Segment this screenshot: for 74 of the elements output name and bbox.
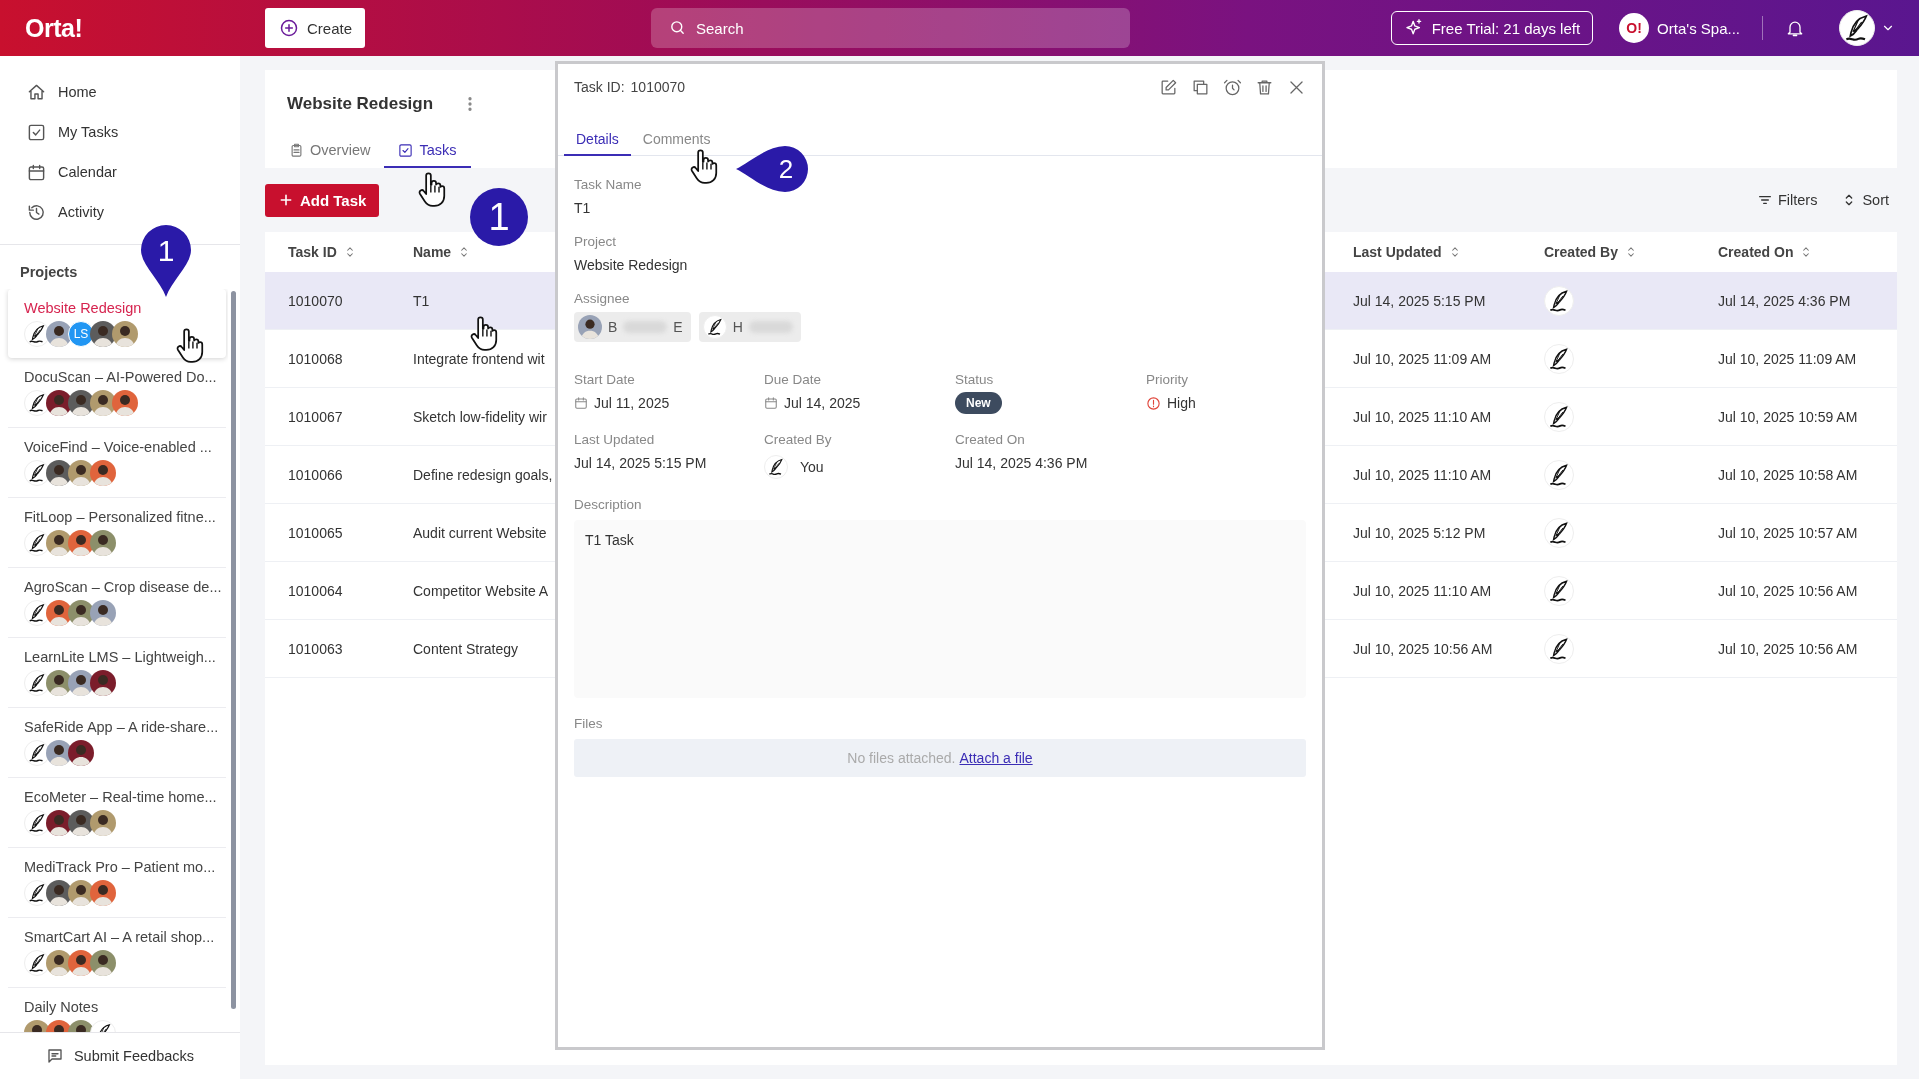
project-name: Website Redesign <box>24 300 142 316</box>
task-id: 1010070 <box>630 79 686 95</box>
table-cell-text: 1010067 <box>288 408 344 425</box>
field-label: Created On <box>955 432 1025 447</box>
field-label: Description <box>574 497 642 512</box>
field-value: Jul 14, 2025 <box>784 395 861 411</box>
project-name: FitLoop – Personalized fitne... <box>24 509 216 525</box>
empty-text: No files attached. <box>847 750 956 766</box>
table-cell: Content Strategy <box>413 640 519 657</box>
step-marker: 2 <box>735 145 811 193</box>
field-label: Priority <box>1146 372 1188 387</box>
field-label: Due Date <box>764 372 822 387</box>
table-cell: Audit current Website <box>413 524 547 541</box>
assignee-chip: B E <box>574 312 691 342</box>
table-cell-text: Jul 10, 2025 11:09 AM <box>1353 350 1493 367</box>
table-cell-text: 1010070 <box>288 292 344 309</box>
status-badge: New <box>955 392 1002 414</box>
table-cell: Integrate frontend wit <box>413 350 545 367</box>
table-cell-text: Jul 10, 2025 11:10 AM <box>1353 466 1493 483</box>
field-label: Created By <box>764 432 832 447</box>
field-label: Files <box>574 716 603 731</box>
assignee-chip: H <box>698 312 801 342</box>
field-label: Project <box>574 234 617 249</box>
project-name: AgroScan – Crop disease de... <box>24 579 222 595</box>
field-value: T1 <box>574 200 592 216</box>
field-value: Jul 14, 2025 4:36 PM <box>955 455 1089 471</box>
table-cell-text: Jul 14, 2025 5:15 PM <box>1353 292 1487 309</box>
table-cell-text: Jul 14, 2025 4:36 PM <box>1718 292 1852 309</box>
field-value: Jul 11, 2025 <box>594 395 670 411</box>
field-value: Website Redesign <box>574 257 689 273</box>
project-name: VoiceFind – Voice-enabled ... <box>24 439 212 455</box>
description-box: T1 Task <box>574 520 1306 698</box>
table-cell-text: Jul 10, 2025 10:56 AM <box>1718 582 1859 599</box>
field-value: Jul 14, 2025 5:15 PM <box>574 455 708 471</box>
table-cell-text: 1010066 <box>288 466 344 483</box>
field-label: Last Updated <box>574 432 655 447</box>
field-label: Assignee <box>574 291 630 306</box>
field-label: Start Date <box>574 372 635 387</box>
table-cell-text: Jul 10, 2025 10:59 AM <box>1718 408 1859 425</box>
task-id-label: Task ID: <box>574 79 625 95</box>
step-marker: 1 <box>140 225 192 298</box>
table-cell: Sketch low-fidelity wir <box>413 408 547 425</box>
table-cell-text: 1010064 <box>288 582 344 599</box>
project-title: Website Redesign <box>287 94 434 114</box>
table-cell-text: 1010063 <box>288 640 344 657</box>
table-cell-text: Jul 10, 2025 10:56 AM <box>1718 640 1859 657</box>
table-cell-text: Jul 10, 2025 11:09 AM <box>1718 350 1858 367</box>
table-cell-text: 1010068 <box>288 350 344 367</box>
initials-avatar: LS <box>68 321 94 347</box>
workspace-logo: O! <box>1619 13 1650 43</box>
project-name: LearnLite LMS – Lightweigh... <box>24 649 216 665</box>
project-name: SmartCart AI – A retail shop... <box>24 929 215 945</box>
table-cell-text: Jul 10, 2025 11:10 AM <box>1353 582 1493 599</box>
table-cell: Competitor Website A <box>413 582 549 599</box>
table-cell-text: 1010065 <box>288 524 344 541</box>
table-cell-text: Jul 10, 2025 10:57 AM <box>1718 524 1859 541</box>
project-name: SafeRide App – A ride-share... <box>24 719 219 735</box>
step-marker: 1 <box>470 188 528 246</box>
table-cell-text: Jul 10, 2025 11:10 AM <box>1353 408 1493 425</box>
table-cell: Define redesign goals, <box>413 466 553 483</box>
table-cell-text: Jul 10, 2025 10:56 AM <box>1353 640 1494 657</box>
app-logo: Orta! <box>24 13 84 43</box>
project-name: EcoMeter – Real-time home... <box>24 789 217 805</box>
table-cell-text: Jul 10, 2025 5:12 PM <box>1353 524 1487 541</box>
project-name: Daily Notes <box>24 999 99 1015</box>
field-label: Status <box>955 372 994 387</box>
field-value: High <box>1167 395 1196 411</box>
project-name: MediTrack Pro – Patient mo... <box>24 859 216 875</box>
field-value: You <box>800 459 824 475</box>
table-cell: T1 <box>413 292 430 309</box>
project-name: DocuScan – AI-Powered Do... <box>24 369 217 385</box>
field-label: Task Name <box>574 177 642 192</box>
section-heading: Projects <box>20 264 78 280</box>
table-cell-text: Jul 10, 2025 10:58 AM <box>1718 466 1859 483</box>
